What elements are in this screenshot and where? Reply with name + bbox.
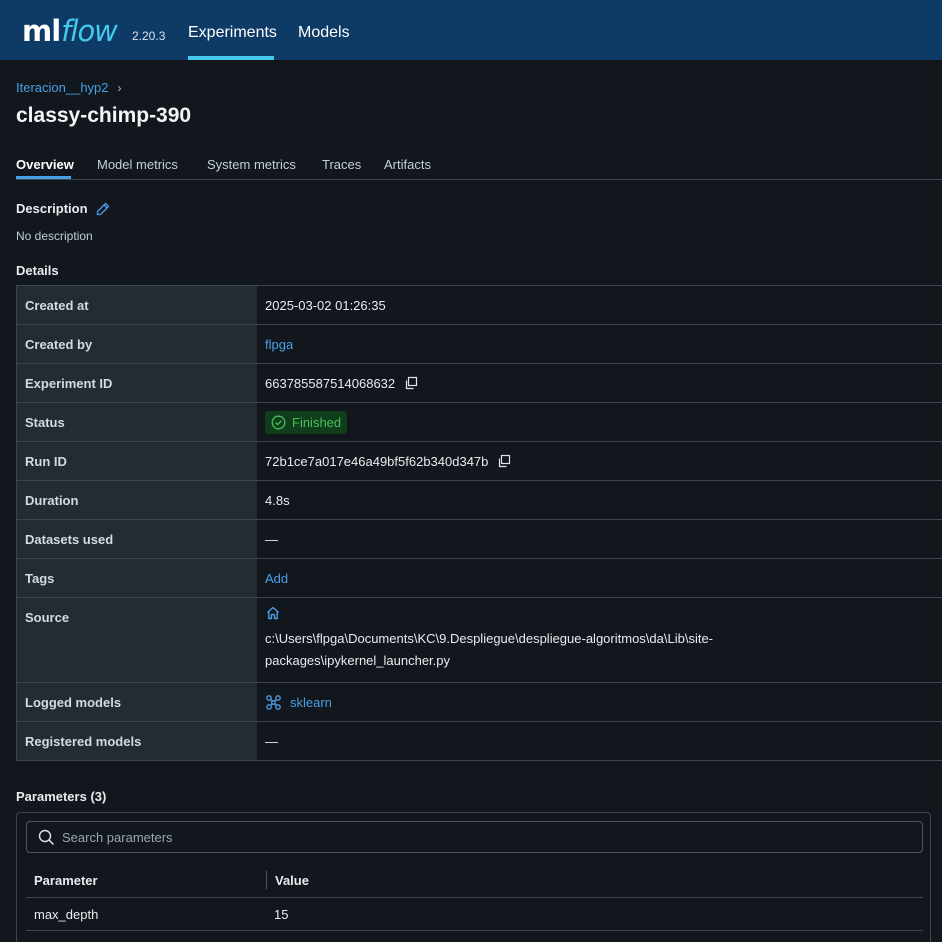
logo-flow-text: flow xyxy=(61,14,118,48)
details-row-status: Status Finished xyxy=(17,403,942,442)
details-heading: Details xyxy=(16,263,59,278)
details-row-duration: Duration 4.8s xyxy=(17,481,942,520)
details-row-tags: Tags Add xyxy=(17,559,942,598)
details-key: Tags xyxy=(17,559,257,597)
chevron-right-icon: › xyxy=(117,80,122,95)
parameter-value: 15 xyxy=(274,906,289,922)
model-graph-icon xyxy=(265,694,282,711)
details-key: Status xyxy=(17,403,257,441)
details-key: Run ID xyxy=(17,442,257,480)
search-icon xyxy=(38,829,55,846)
logged-model-name: sklearn xyxy=(290,694,332,710)
details-key: Created by xyxy=(17,325,257,363)
details-value: — xyxy=(265,531,278,547)
details-key: Source xyxy=(17,598,257,682)
column-header-value[interactable]: Value xyxy=(266,871,923,889)
add-tag-link[interactable]: Add xyxy=(265,571,288,586)
tab-artifacts[interactable]: Artifacts xyxy=(384,157,431,172)
details-row-registered-models: Registered models — xyxy=(17,722,942,760)
breadcrumb: Iteracion__hyp2 › xyxy=(16,80,122,95)
created-by-user-link[interactable]: flpga xyxy=(265,337,293,352)
source-path-line: c:\Users\flpga\Documents\KC\9.Despliegue… xyxy=(265,631,713,646)
details-key: Logged models xyxy=(17,683,257,721)
details-key: Experiment ID xyxy=(17,364,257,402)
parameters-panel: Parameter Value max_depth 15 xyxy=(16,812,931,942)
description-heading: Description xyxy=(16,201,110,216)
details-value: 2025-03-02 01:26:35 xyxy=(265,297,386,313)
home-icon xyxy=(265,605,281,624)
page-title: classy-chimp-390 xyxy=(16,104,192,127)
parameter-name: max_depth xyxy=(34,906,99,922)
details-key: Created at xyxy=(17,286,257,324)
tab-traces[interactable]: Traces xyxy=(322,157,361,172)
run-id-value: 72b1ce7a017e46a49bf5f62b340d347b xyxy=(265,453,489,469)
check-circle-icon xyxy=(271,415,286,430)
details-key: Registered models xyxy=(17,722,257,760)
details-row-datasets-used: Datasets used — xyxy=(17,520,942,559)
pencil-icon[interactable] xyxy=(96,202,110,216)
parameters-heading: Parameters (3) xyxy=(16,789,107,804)
active-nav-indicator xyxy=(188,56,274,60)
status-badge: Finished xyxy=(265,410,348,434)
active-tab-indicator xyxy=(16,176,71,179)
details-row-created-by: Created by flpga xyxy=(17,325,942,364)
column-header-parameter[interactable]: Parameter xyxy=(26,873,266,888)
details-row-created-at: Created at 2025-03-02 01:26:35 xyxy=(17,286,942,325)
version-label: 2.20.3 xyxy=(132,29,166,43)
experiment-id-value: 663785587514068632 xyxy=(265,375,396,391)
details-value: 4.8s xyxy=(265,492,290,508)
source-path: c:\Users\flpga\Documents\KC\9.Despliegue… xyxy=(265,628,713,672)
parameters-search-input[interactable] xyxy=(62,829,922,845)
details-table: Created at 2025-03-02 01:26:35 Created b… xyxy=(16,285,942,761)
nav-models[interactable]: Models xyxy=(298,24,350,42)
logged-model-link[interactable]: sklearn xyxy=(265,694,332,711)
details-row-experiment-id: Experiment ID 663785587514068632 xyxy=(17,364,942,403)
tab-model-metrics[interactable]: Model metrics xyxy=(97,157,178,172)
tab-overview[interactable]: Overview xyxy=(16,157,74,172)
parameters-table-header: Parameter Value xyxy=(26,863,923,898)
parameters-search-box[interactable] xyxy=(26,821,923,853)
details-key: Duration xyxy=(17,481,257,519)
breadcrumb-experiment-link[interactable]: Iteracion__hyp2 xyxy=(16,80,109,95)
tab-system-metrics[interactable]: System metrics xyxy=(207,157,296,172)
details-value: — xyxy=(265,733,278,749)
details-row-run-id: Run ID 72b1ce7a017e46a49bf5f62b340d347b xyxy=(17,442,942,481)
copy-icon[interactable] xyxy=(497,454,511,468)
details-row-source: Source c:\Users\flpga\Documents\KC\9.Des… xyxy=(17,598,942,683)
table-row: max_depth 15 xyxy=(26,898,923,931)
mlflow-logo[interactable]: ml flow xyxy=(22,14,118,48)
description-text: No description xyxy=(16,229,93,243)
nav-experiments[interactable]: Experiments xyxy=(188,24,277,42)
parameters-table: Parameter Value max_depth 15 xyxy=(26,863,923,931)
copy-icon[interactable] xyxy=(404,376,418,390)
details-row-logged-models: Logged models sklearn xyxy=(17,683,942,722)
logo-ml-text: ml xyxy=(22,14,61,48)
source-path-line: packages\ipykernel_launcher.py xyxy=(265,653,451,668)
top-navigation-bar: ml flow 2.20.3 Experiments Models xyxy=(0,0,942,60)
description-heading-label: Description xyxy=(16,201,88,216)
status-label: Finished xyxy=(292,414,342,430)
details-key: Datasets used xyxy=(17,520,257,558)
run-tabs: Overview Model metrics System metrics Tr… xyxy=(16,157,942,180)
